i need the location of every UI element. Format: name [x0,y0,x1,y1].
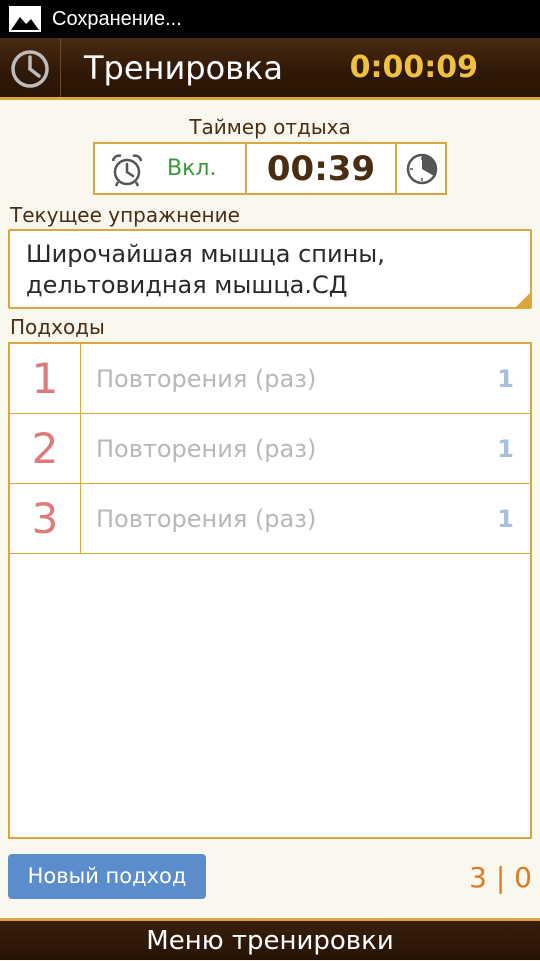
set-count: 1 [497,365,514,393]
set-row[interactable]: 1 Повторения (раз) 1 [10,344,530,414]
sets-label: Подходы [10,315,105,339]
image-notification-icon [8,5,42,33]
status-text: Сохранение... [52,8,182,30]
set-reps-placeholder[interactable]: Повторения (раз) [96,344,316,414]
app-header: Тренировка 0:00:09 [0,38,540,100]
set-reps-placeholder[interactable]: Повторения (раз) [96,484,316,554]
page-title: Тренировка [84,49,283,87]
rest-timer-state: Вкл. [167,156,217,181]
clock-icon [11,50,49,88]
current-exercise-field[interactable]: Широчайшая мышца спины, дельтовидная мыш… [8,229,532,309]
rest-timer-panel: Вкл. 00:39 [93,142,447,195]
rest-timer-settings-button[interactable] [397,144,445,193]
current-exercise-name: Широчайшая мышца спины, дельтовидная мыш… [26,240,385,299]
alarm-clock-icon [111,154,143,187]
set-reps-placeholder[interactable]: Повторения (раз) [96,414,316,484]
set-number: 1 [10,344,81,413]
rest-timer-time-button[interactable]: 00:39 [247,144,397,193]
workout-elapsed-time: 0:00:09 [349,50,478,85]
rest-timer-label: Таймер отдыха [189,115,351,139]
rest-timer-toggle[interactable]: Вкл. [95,144,247,193]
set-count: 1 [497,435,514,463]
set-count: 1 [497,505,514,533]
dropdown-corner-indicator [516,293,530,307]
sets-list: 1 Повторения (раз) 1 2 Повторения (раз) … [8,342,532,839]
set-row[interactable]: 2 Повторения (раз) 1 [10,414,530,484]
rest-timer-value: 00:39 [266,149,376,189]
current-exercise-label: Текущее упражнение [10,203,240,227]
set-number: 2 [10,414,81,483]
new-set-button[interactable]: Новый подход [8,854,206,899]
sets-counter: 3 | 0 [469,861,532,894]
set-row[interactable]: 3 Повторения (раз) 1 [10,484,530,554]
workout-menu-button[interactable]: Меню тренировки [0,918,540,960]
set-number: 3 [10,484,81,553]
history-clock-button[interactable] [0,38,61,97]
status-bar: Сохранение... [0,0,540,38]
pie-timer-icon [406,153,438,185]
